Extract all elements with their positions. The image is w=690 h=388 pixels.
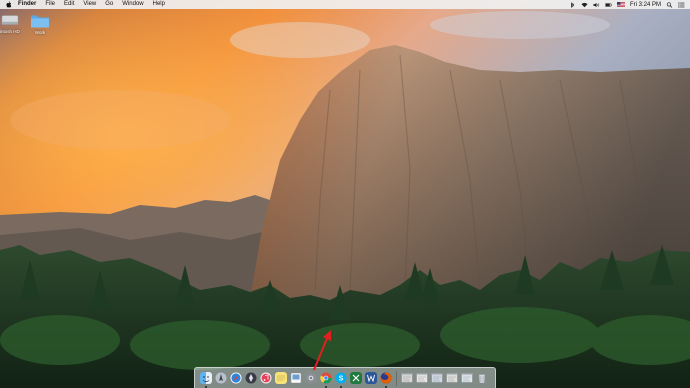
- menu-edit[interactable]: Edit: [64, 0, 74, 9]
- rocket-icon[interactable]: [245, 372, 257, 384]
- launchpad-icon-glyph: [215, 372, 227, 384]
- hard-drive-icon: [1, 15, 19, 25]
- battery-icon[interactable]: [605, 2, 612, 8]
- preview-icon[interactable]: [290, 372, 302, 384]
- annotation-arrow: [313, 330, 331, 371]
- minimized-window-4-icon[interactable]: [446, 372, 458, 384]
- safari-icon[interactable]: [230, 372, 242, 384]
- menu-bar: Finder File Edit View Go Window Help Fri…: [0, 0, 690, 9]
- system-preferences-icon-glyph: [305, 372, 317, 384]
- minimized-window-1-icon[interactable]: [401, 372, 413, 384]
- finder-icon[interactable]: [200, 372, 212, 384]
- folder-icon: [31, 15, 49, 28]
- safari-icon-glyph: [230, 372, 242, 384]
- itunes-icon[interactable]: [260, 372, 272, 384]
- bluetooth-icon[interactable]: [569, 2, 576, 8]
- dock-separator: [396, 371, 397, 386]
- word-icon[interactable]: [365, 372, 377, 384]
- minimized-window-3-icon[interactable]: [431, 372, 443, 384]
- firefox-icon-glyph: [380, 372, 392, 384]
- word-icon-glyph: [365, 372, 377, 384]
- launchpad-icon[interactable]: [215, 372, 227, 384]
- trash-icon[interactable]: [476, 372, 488, 384]
- menu-go[interactable]: Go: [105, 0, 113, 9]
- wifi-icon[interactable]: [581, 2, 588, 8]
- minimized-window-1-icon-glyph: [401, 373, 413, 383]
- chrome-icon[interactable]: [320, 372, 332, 384]
- minimized-window-5-icon[interactable]: [461, 372, 473, 384]
- notes-icon[interactable]: [275, 372, 287, 384]
- skype-icon[interactable]: S: [335, 372, 347, 384]
- dock: S: [194, 367, 496, 388]
- trash-icon-glyph: [478, 374, 486, 384]
- excel-icon-glyph: [350, 372, 362, 384]
- menu-bar-clock[interactable]: Fri 3:24 PM: [630, 2, 661, 8]
- desktop-item-label: intosh HD: [0, 29, 20, 34]
- preview-icon-glyph: [290, 372, 302, 384]
- minimized-window-3-icon-glyph: [431, 373, 443, 383]
- minimized-window-5-icon-glyph: [461, 373, 473, 383]
- skype-icon-glyph: S: [335, 372, 347, 384]
- desktop-wallpaper: [0, 0, 690, 388]
- menu-bar-status-area: Fri 3:24 PM: [569, 0, 690, 9]
- firefox-icon[interactable]: [380, 372, 392, 384]
- menu-file[interactable]: File: [45, 0, 55, 9]
- itunes-icon-glyph: [260, 372, 272, 384]
- spotlight-icon[interactable]: [666, 1, 673, 8]
- desktop-item-label: Work: [34, 30, 46, 35]
- menu-help[interactable]: Help: [153, 0, 165, 9]
- volume-icon[interactable]: [593, 2, 600, 8]
- minimized-window-4-icon-glyph: [446, 373, 458, 383]
- minimized-window-2-icon[interactable]: [416, 372, 428, 384]
- finder-icon-glyph: [200, 372, 212, 384]
- notification-center-icon[interactable]: [678, 1, 685, 8]
- minimized-window-2-icon-glyph: [416, 373, 428, 383]
- rocket-icon-glyph: [245, 372, 257, 384]
- chrome-icon-glyph: [320, 372, 332, 384]
- system-preferences-icon[interactable]: [305, 372, 317, 384]
- desktop-item-hard-drive[interactable]: intosh HD: [0, 12, 20, 34]
- svg-text:S: S: [339, 375, 344, 382]
- menu-view[interactable]: View: [83, 0, 96, 9]
- menu-finder[interactable]: Finder: [18, 0, 36, 9]
- us-flag-icon[interactable]: [616, 2, 625, 7]
- excel-icon[interactable]: [350, 372, 362, 384]
- notes-icon-glyph: [275, 372, 287, 384]
- desktop-item-folder[interactable]: Work: [30, 12, 50, 35]
- apple-logo-icon[interactable]: [6, 1, 12, 8]
- menu-window[interactable]: Window: [122, 0, 143, 9]
